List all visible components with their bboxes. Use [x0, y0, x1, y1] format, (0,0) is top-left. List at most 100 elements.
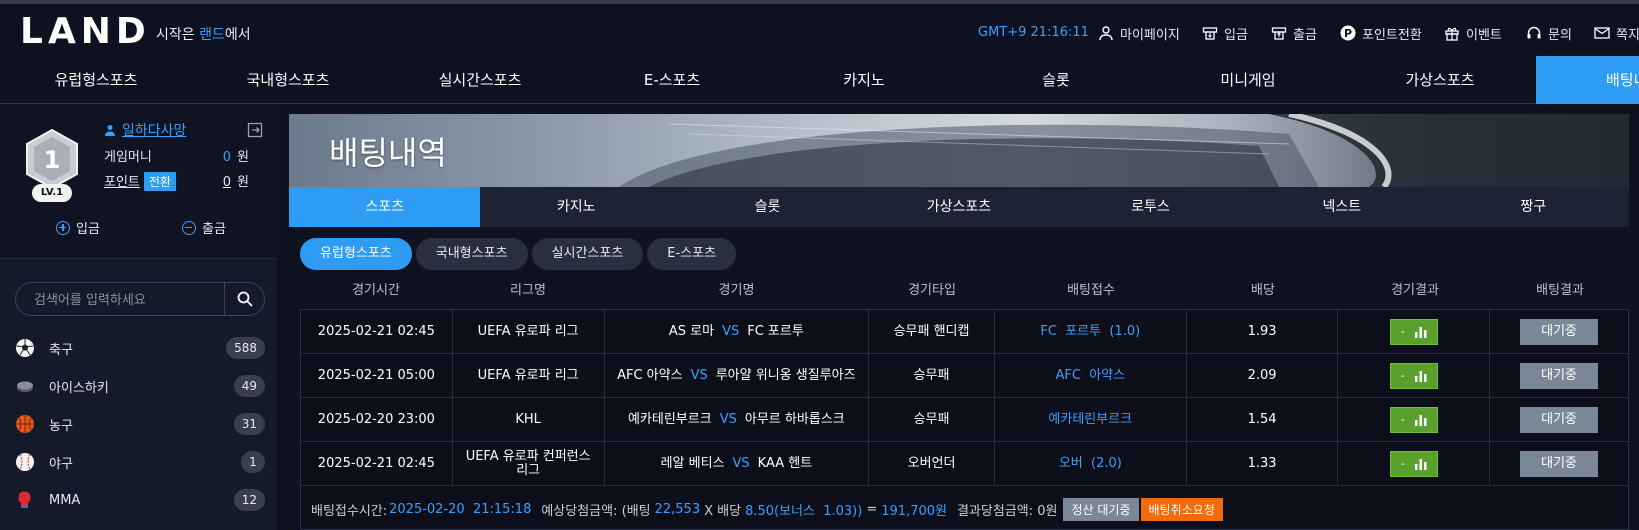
deposit-icon	[1202, 25, 1218, 41]
tab-sports[interactable]: 스포츠	[289, 187, 481, 227]
nav-european-sports[interactable]: 유럽형스포츠	[0, 56, 192, 104]
row-time: 2025-02-21 05:00	[301, 354, 453, 398]
summary-odds: 8.50(보너스 1.03))	[745, 503, 863, 519]
tab-virtual-sports[interactable]: 가상스포츠	[863, 187, 1054, 227]
row-odds: 1.54	[1187, 398, 1339, 442]
sport-name: 아이스하키	[49, 380, 109, 396]
row-match: AFC 아약스 VS 루아얄 위니옹 생질루아즈	[605, 354, 870, 398]
sidebar: 1 LV.1 일하다사망 게임머니 0원 포인트전환 0원 입금 출금 축구 5…	[0, 104, 277, 530]
plus-circle-icon	[56, 220, 70, 235]
away-team: FC 포르투	[747, 324, 804, 339]
level-label: LV.1	[32, 184, 72, 202]
tab-next[interactable]: 넥스트	[1246, 187, 1437, 227]
level-number: 1	[44, 146, 61, 174]
search-icon	[237, 291, 253, 307]
row-pick: 예카테린부르크	[995, 398, 1187, 442]
message-link[interactable]: 쪽지	[1594, 23, 1639, 43]
nav-domestic-sports[interactable]: 국내형스포츠	[192, 56, 384, 104]
row-time: 2025-02-21 02:45	[301, 442, 453, 486]
mypage-link[interactable]: 마이페이지	[1098, 23, 1180, 43]
home-team: 예카테린부르크	[627, 412, 712, 427]
game-result-value: -	[1400, 413, 1405, 426]
withdraw-link[interactable]: 출금	[1271, 23, 1317, 43]
bet-status-button[interactable]: 대기중	[1520, 319, 1599, 345]
row-type: 승무패	[869, 398, 995, 442]
pill-domestic-sports[interactable]: 국내형스포츠	[415, 238, 528, 270]
baseball-icon	[16, 453, 34, 471]
pill-live-sports[interactable]: 실시간스포츠	[531, 238, 644, 270]
username: 일하다사망	[122, 123, 187, 139]
nav-live-sports[interactable]: 실시간스포츠	[384, 56, 576, 104]
event-link[interactable]: 이벤트	[1444, 23, 1502, 43]
pill-esports[interactable]: E-스포츠	[647, 238, 737, 270]
sidebar-deposit-button[interactable]: 입금	[56, 218, 100, 237]
row-league: KHL	[453, 398, 605, 442]
table-row: 2025-02-20 23:00 KHL 예카테린부르크 VS 아무르 하바롭스크 …	[301, 398, 1628, 442]
mypage-label: 마이페이지	[1120, 27, 1180, 43]
game-result-button[interactable]: -	[1389, 407, 1438, 433]
col-pick: 배팅접수	[1067, 283, 1115, 298]
point-label[interactable]: 포인트	[104, 175, 140, 190]
tab-jjanggu[interactable]: 짱구	[1438, 187, 1629, 227]
bet-status-button[interactable]: 대기중	[1520, 407, 1599, 433]
sport-item-basketball[interactable]: 농구 31	[15, 409, 265, 439]
tab-casino[interactable]: 카지노	[480, 187, 671, 227]
tab-slot[interactable]: 슬롯	[672, 187, 863, 227]
nav-casino[interactable]: 카지노	[768, 56, 960, 104]
deposit-link[interactable]: 입금	[1202, 23, 1248, 43]
row-game-result: -	[1338, 398, 1491, 442]
sub-category-pills: 유럽형스포츠 국내형스포츠 실시간스포츠 E-스포츠	[300, 238, 737, 270]
bet-status-button[interactable]: 대기중	[1520, 451, 1599, 477]
sidebar-withdraw-button[interactable]: 출금	[182, 218, 226, 237]
search-input[interactable]	[34, 291, 224, 309]
bet-summary: 배팅접수시간: 2025-02-20 21:15:18 예상당첨금액: (배팅 …	[301, 488, 1628, 530]
category-tabs: 스포츠 카지노 슬롯 가상스포츠 로투스 넥스트 짱구	[289, 187, 1629, 227]
home-team: 레알 베티스	[660, 456, 725, 471]
vs-label: VS	[722, 324, 740, 339]
inquiry-link[interactable]: 문의	[1526, 23, 1572, 43]
sport-count: 49	[233, 375, 265, 397]
nav-esports[interactable]: E-스포츠	[576, 56, 768, 104]
withdraw-label: 출금	[1293, 27, 1317, 43]
inquiry-label: 문의	[1548, 27, 1572, 43]
sport-item-soccer[interactable]: 축구 588	[15, 333, 265, 363]
sport-item-baseball[interactable]: 야구 1	[15, 447, 265, 477]
row-bet-result: 대기중	[1490, 442, 1628, 486]
cancel-bet-button[interactable]: 배팅취소요청	[1140, 497, 1223, 521]
sport-item-mma[interactable]: MMA 12	[15, 485, 265, 515]
game-result-button[interactable]: -	[1389, 363, 1438, 389]
nav-virtual-sports[interactable]: 가상스포츠	[1344, 56, 1536, 104]
nav-slot[interactable]: 슬롯	[960, 56, 1152, 104]
col-league: 리그명	[510, 283, 546, 298]
col-bet-result: 배팅결과	[1536, 283, 1584, 298]
search-button[interactable]	[224, 283, 264, 315]
vs-label: VS	[719, 412, 737, 427]
sport-item-icehockey[interactable]: 아이스하키 49	[15, 371, 265, 401]
point-unit: 원	[237, 175, 249, 190]
game-result-button[interactable]: -	[1389, 319, 1438, 345]
point-convert-button[interactable]: 전환	[143, 172, 176, 191]
row-pick: FC 포르투 (1.0)	[995, 310, 1187, 354]
sport-count: 1	[241, 451, 265, 473]
row-odds: 1.33	[1187, 442, 1339, 486]
bet-status-button[interactable]: 대기중	[1520, 363, 1599, 389]
game-result-value: -	[1400, 457, 1405, 470]
row-match: AS 로마 VS FC 포르투	[605, 310, 870, 354]
settlement-pending-button[interactable]: 정산 대기중	[1063, 497, 1139, 521]
point-convert-link[interactable]: P 포인트전환	[1340, 23, 1422, 43]
row-pick: AFC 아약스	[995, 354, 1187, 398]
nav-bet-history[interactable]: 배팅내역	[1536, 56, 1639, 104]
pill-european-sports[interactable]: 유럽형스포츠	[300, 238, 412, 270]
tab-lotus[interactable]: 로투스	[1055, 187, 1246, 227]
tagline-brand: 랜드	[199, 27, 225, 43]
col-game-result: 경기결과	[1391, 283, 1439, 298]
nav-minigame[interactable]: 미니게임	[1152, 56, 1344, 104]
logout-icon[interactable]	[247, 122, 263, 138]
game-result-button[interactable]: -	[1389, 451, 1438, 477]
mail-icon	[1594, 25, 1610, 41]
row-type: 승무패	[869, 354, 995, 398]
game-result-value: -	[1400, 369, 1405, 382]
logo[interactable]: LAND	[20, 14, 151, 50]
logo-text: LAND	[20, 11, 151, 52]
username-link[interactable]: 일하다사망	[104, 120, 186, 140]
